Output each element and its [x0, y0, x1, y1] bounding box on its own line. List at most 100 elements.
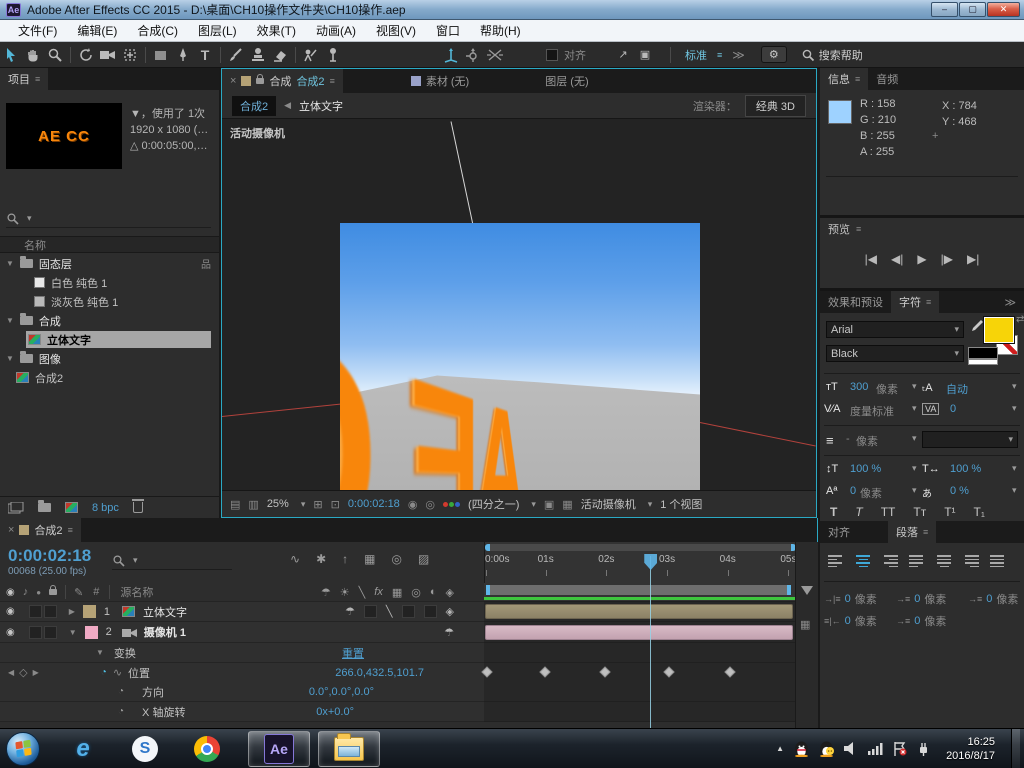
minimize-button[interactable]: –: [931, 2, 958, 17]
space-after-value[interactable]: 0: [914, 615, 920, 627]
source-name-header[interactable]: 源名称: [120, 584, 153, 600]
subscript-toggle[interactable]: T₁: [974, 505, 985, 519]
add-keyframe-button[interactable]: ◇: [19, 666, 27, 679]
font-family-select[interactable]: Arial▾: [826, 321, 964, 338]
roi-icon[interactable]: ▣: [544, 498, 554, 511]
current-time-display[interactable]: 0:00:02:18: [8, 546, 91, 566]
menu-item[interactable]: 动画(A): [306, 22, 366, 39]
fill-color-swatch[interactable]: [984, 317, 1014, 343]
snap-arrow-icon[interactable]: ↗: [612, 45, 634, 65]
menu-item[interactable]: 帮助(H): [470, 22, 531, 39]
justify-last-left-button[interactable]: [907, 553, 927, 569]
property-label[interactable]: 方向: [142, 684, 164, 700]
type-tool[interactable]: T: [194, 45, 216, 65]
layer-row-2[interactable]: ◉ ▼ 2 摄像机 1 ☂: [0, 622, 484, 643]
resolution-value[interactable]: (四分之一): [468, 496, 519, 512]
project-search[interactable]: ▾: [6, 210, 211, 228]
tab-info[interactable]: 信息 ≡: [820, 68, 868, 90]
stroke-width-value[interactable]: -: [846, 433, 850, 445]
tracking-value[interactable]: 0: [950, 403, 956, 415]
audio-toggle[interactable]: [29, 605, 42, 618]
tab-close-icon[interactable]: ×: [8, 524, 14, 536]
align-right-button[interactable]: [880, 553, 900, 569]
default-fill-swatch[interactable]: [968, 347, 998, 359]
keyframe-diamond[interactable]: [481, 666, 492, 677]
menu-item[interactable]: 图层(L): [188, 22, 247, 39]
mask-roi-icon[interactable]: ⊡: [331, 498, 340, 511]
tree-item-comp-selected[interactable]: 立体文字: [0, 330, 219, 349]
panel-menu-icon[interactable]: ≡: [330, 76, 335, 86]
tree-folder-images[interactable]: ▼ 图像: [0, 349, 219, 368]
tree-item-comp2[interactable]: 合成2: [0, 368, 219, 387]
name-column-header[interactable]: 名称: [0, 236, 219, 253]
panel-overflow[interactable]: ≫: [996, 291, 1024, 313]
tab-effects-presets[interactable]: 效果和预设: [820, 291, 891, 313]
main-monitor-icon[interactable]: ▥: [248, 498, 258, 511]
comp-marker-bin-icon[interactable]: [801, 586, 813, 601]
layer-2-track[interactable]: [484, 622, 795, 643]
workspace-label[interactable]: 标准: [685, 47, 707, 63]
snapshot-icon[interactable]: ◉: [408, 498, 418, 511]
local-axis-mode[interactable]: [440, 45, 462, 65]
menu-item[interactable]: 合成(C): [127, 22, 188, 39]
tab-close-icon[interactable]: ×: [230, 75, 236, 87]
stopwatch-icon[interactable]: ◔: [118, 686, 124, 697]
last-frame-button[interactable]: ▶|: [967, 252, 979, 266]
tray-expand-icon[interactable]: ▲: [776, 744, 784, 753]
window-titlebar[interactable]: Ae Adobe After Effects CC 2015 - D:\桌面\C…: [0, 0, 1024, 20]
volume-tray-icon[interactable]: [844, 742, 858, 755]
action-center-flag-icon[interactable]: [893, 742, 907, 756]
space-before-value[interactable]: 0: [845, 615, 851, 627]
fx-header-icon[interactable]: fx: [374, 586, 383, 598]
swap-fill-stroke-icon[interactable]: ⇄: [1016, 314, 1024, 325]
position-value[interactable]: 266.0,432.5,101.7: [335, 667, 424, 679]
layer-1-track[interactable]: [484, 602, 795, 622]
tab-footage[interactable]: 素材 (无): [403, 69, 477, 93]
prev-keyframe-button[interactable]: ◀: [8, 668, 14, 677]
layer-row-1[interactable]: ◉ ▶ 1 立体文字 ☂ ╲ ◈: [0, 602, 484, 622]
panel-menu-icon[interactable]: ≡: [68, 525, 73, 535]
layer-name[interactable]: 立体文字: [143, 604, 187, 620]
tree-folder-solids[interactable]: ▼ 固态层 品: [0, 254, 219, 273]
show-channel-icon[interactable]: [443, 502, 460, 507]
work-area[interactable]: [484, 583, 795, 602]
next-keyframe-button[interactable]: ▶: [33, 668, 39, 677]
taskbar-chrome-button[interactable]: [186, 731, 228, 767]
adjustment-header-icon[interactable]: ◐: [430, 586, 437, 598]
chevron-down-icon[interactable]: ▾: [1012, 403, 1017, 414]
leading-value[interactable]: 自动: [946, 381, 968, 397]
puppet-pin-tool[interactable]: [322, 45, 344, 65]
pen-tool[interactable]: [172, 45, 194, 65]
comp-button-icon[interactable]: ▦: [800, 618, 810, 631]
orientation-property-row[interactable]: ◔ 方向 0.0°,0.0°,0.0°: [0, 682, 484, 702]
expand-arrow[interactable]: ▼: [96, 648, 104, 657]
time-ruler[interactable]: 0:00s01s02s03s04s05s: [484, 542, 795, 583]
property-label[interactable]: 位置: [128, 665, 150, 681]
align-center-button[interactable]: [853, 553, 873, 569]
maximize-button[interactable]: ▢: [959, 2, 986, 17]
superscript-toggle[interactable]: T¹: [944, 505, 955, 519]
switch-box[interactable]: [402, 605, 415, 618]
world-axis-mode[interactable]: [462, 45, 484, 65]
chevron-down-icon[interactable]: ▾: [301, 499, 306, 510]
space-before-field[interactable]: ≡|← 0 像素: [824, 613, 877, 629]
chevron-down-icon[interactable]: ▾: [912, 403, 917, 414]
expand-icon[interactable]: ▼: [6, 354, 14, 363]
lock-icon[interactable]: [256, 78, 264, 84]
view-axis-mode[interactable]: [484, 45, 506, 65]
tab-audio[interactable]: 音频: [868, 68, 906, 90]
clone-stamp-tool[interactable]: [247, 45, 269, 65]
indent-left-value[interactable]: 0: [845, 593, 851, 605]
next-frame-button[interactable]: |▶: [941, 252, 953, 266]
transform-group-label[interactable]: 变换: [114, 645, 136, 661]
quality-switch[interactable]: ╲: [386, 605, 393, 618]
brush-tool[interactable]: [225, 45, 247, 65]
renderer-button[interactable]: 经典 3D: [745, 95, 806, 117]
interpret-footage-icon[interactable]: [8, 502, 24, 514]
solo-column-icon[interactable]: ●: [36, 588, 41, 597]
chevron-down-icon[interactable]: ▾: [1012, 381, 1017, 392]
breadcrumb-source-comp[interactable]: 立体文字: [299, 98, 343, 114]
layer-name[interactable]: 摄像机 1: [144, 624, 186, 640]
reset-link[interactable]: 重置: [342, 645, 364, 661]
new-folder-icon[interactable]: [38, 503, 51, 512]
